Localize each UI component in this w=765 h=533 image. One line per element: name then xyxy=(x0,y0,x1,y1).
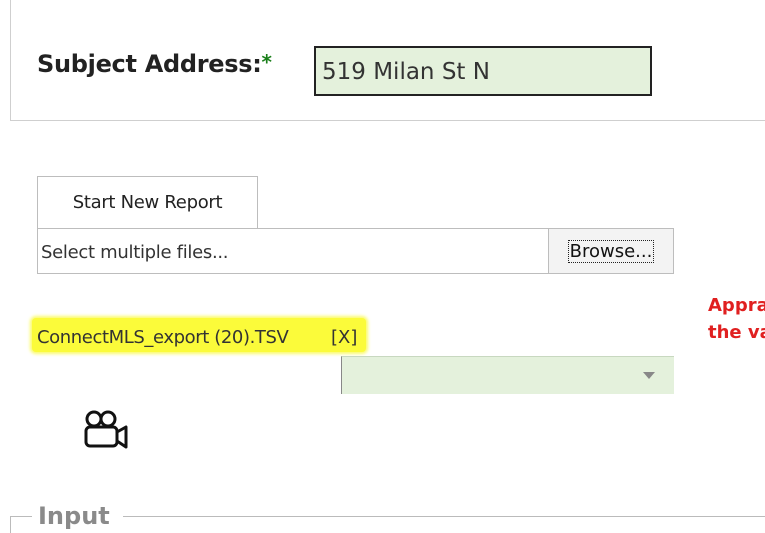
input-section-legend: Input xyxy=(38,502,110,530)
chevron-down-icon xyxy=(643,372,655,379)
remove-file-link[interactable]: [X] xyxy=(331,327,357,348)
input-section-border-left xyxy=(10,516,32,533)
warning-line-2: the va xyxy=(708,322,765,343)
file-type-dropdown[interactable] xyxy=(341,356,674,394)
browse-button-label: Browse... xyxy=(567,239,655,263)
subject-address-label-text: Subject Address: xyxy=(37,50,262,78)
start-new-report-button[interactable]: Start New Report xyxy=(37,176,258,228)
warning-message: Appra the va xyxy=(708,292,765,346)
warning-line-1: Appra xyxy=(708,295,765,316)
file-select-field[interactable]: Select multiple files... xyxy=(37,228,549,274)
required-marker: * xyxy=(261,50,272,74)
video-camera-icon[interactable] xyxy=(83,409,129,455)
browse-button[interactable]: Browse... xyxy=(548,228,674,274)
uploaded-file-name: ConnectMLS_export (20).TSV xyxy=(37,327,289,348)
subject-address-input[interactable] xyxy=(314,46,652,96)
input-section-border-top xyxy=(123,516,765,517)
subject-address-label: Subject Address:* xyxy=(37,50,272,78)
input-section: Input xyxy=(10,500,765,533)
